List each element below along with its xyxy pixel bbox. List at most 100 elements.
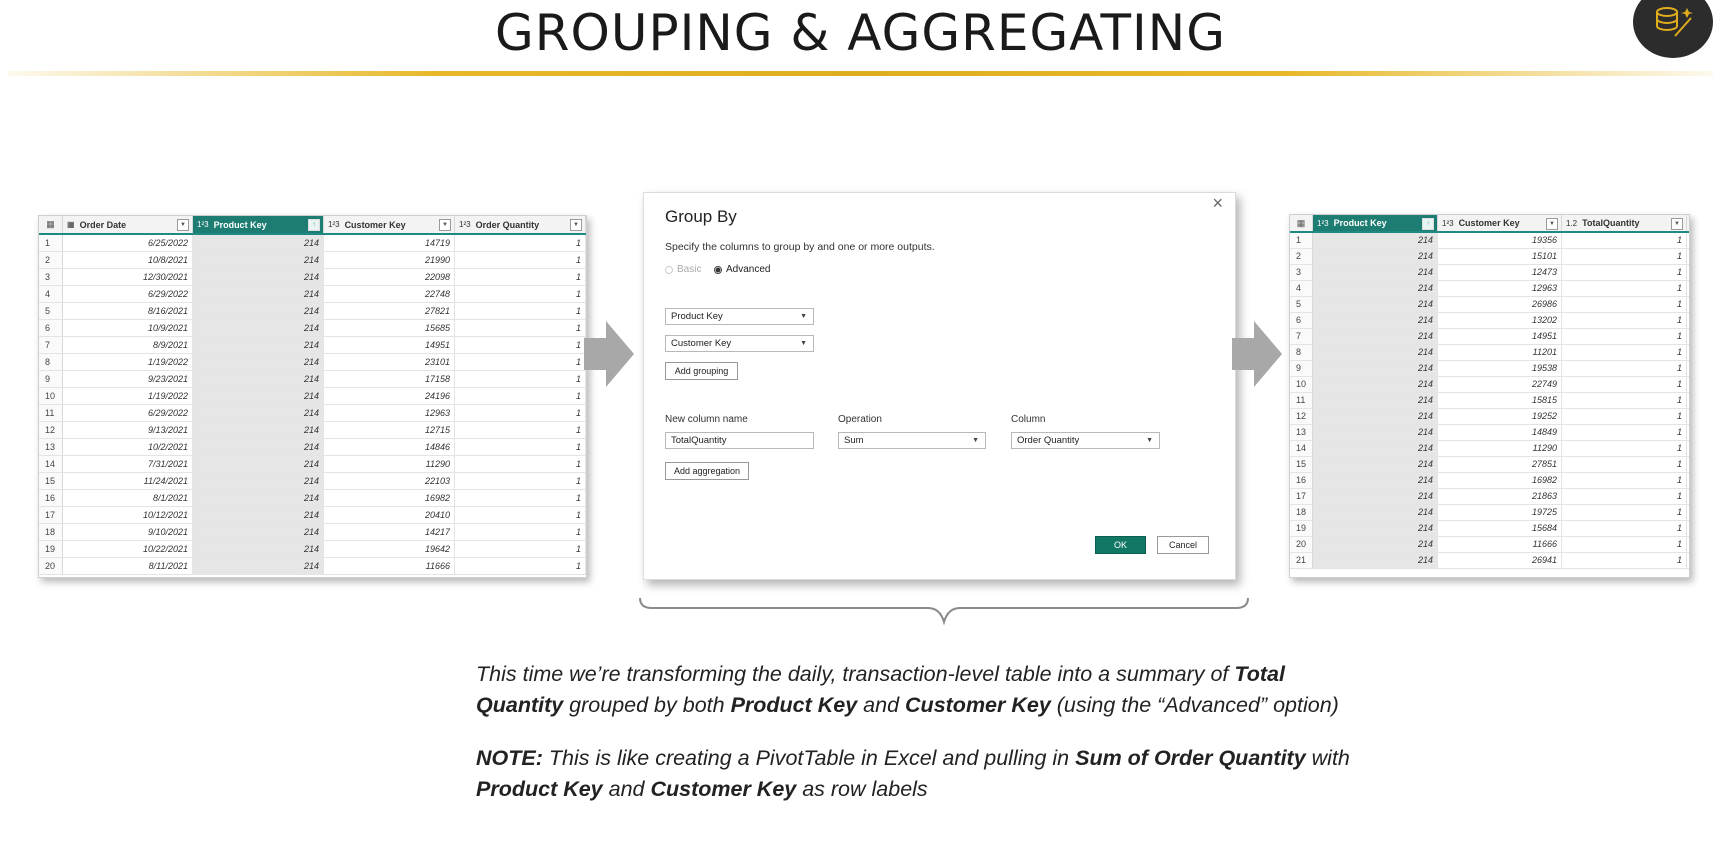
filter-dropdown-icon[interactable]: ▼ (439, 219, 451, 231)
filter-dropdown-icon[interactable]: ▼ (177, 219, 189, 231)
column-header-customer-key[interactable]: 1²3 Customer Key ▼ (324, 216, 455, 233)
table-row[interactable]: 14 7/31/2021 214 11290 1 (39, 456, 586, 473)
table-row[interactable]: 8 1/19/2022 214 23101 1 (39, 354, 586, 371)
table-row[interactable]: 15 11/24/2021 214 22103 1 (39, 473, 586, 490)
table-row[interactable]: 16 8/1/2021 214 16982 1 (39, 490, 586, 507)
table-cell: 1 (1562, 473, 1687, 488)
operation-dropdown[interactable]: Sum ▼ (838, 432, 986, 449)
table-row[interactable]: 20 8/11/2021 214 11666 1 (39, 558, 586, 575)
table-cell: 1 (1562, 441, 1687, 456)
column-header-product-key[interactable]: 1²3 Product Key ↑ (1313, 215, 1438, 231)
table-cell: 19356 (1438, 233, 1562, 248)
cancel-button[interactable]: Cancel (1157, 536, 1209, 554)
table-row[interactable]: 13 214 14849 1 (1290, 425, 1689, 441)
row-number: 8 (1290, 345, 1313, 360)
table-row[interactable]: 9 9/23/2021 214 17158 1 (39, 371, 586, 388)
table-row[interactable]: 17 214 21863 1 (1290, 489, 1689, 505)
radio-advanced[interactable]: Advanced (714, 264, 770, 275)
table-cell: 1 (455, 422, 586, 438)
table-row[interactable]: 16 214 16982 1 (1290, 473, 1689, 489)
row-number: 5 (39, 303, 63, 319)
table-row[interactable]: 12 9/13/2021 214 12715 1 (39, 422, 586, 439)
column-header-product-key[interactable]: 1²3 Product Key ↑ (193, 216, 324, 233)
table-cell: 214 (1313, 393, 1438, 408)
column-header-order-quantity[interactable]: 1²3 Order Quantity ▼ (455, 216, 586, 233)
filter-dropdown-icon[interactable]: ▼ (1546, 218, 1558, 230)
caption-text: This is like creating a PivotTable in Ex… (542, 746, 1076, 770)
add-aggregation-button[interactable]: Add aggregation (665, 462, 749, 480)
column-header-order-date[interactable]: ▦ Order Date ▼ (63, 216, 193, 233)
table-row[interactable]: 20 214 11666 1 (1290, 537, 1689, 553)
table-row[interactable]: 14 214 11290 1 (1290, 441, 1689, 457)
row-number: 1 (39, 235, 63, 251)
new-column-name-input[interactable]: TotalQuantity (665, 432, 814, 449)
table-menu-button[interactable]: ▦ (1290, 215, 1313, 231)
table-row[interactable]: 10 1/19/2022 214 24196 1 (39, 388, 586, 405)
column-header-customer-key[interactable]: 1²3 Customer Key ▼ (1438, 215, 1562, 231)
table-cell: 1 (455, 388, 586, 404)
table-cell: 1 (455, 524, 586, 540)
table-row[interactable]: 21 214 26941 1 (1290, 553, 1689, 569)
table-row[interactable]: 5 8/16/2021 214 27821 1 (39, 303, 586, 320)
table-row[interactable]: 12 214 19252 1 (1290, 409, 1689, 425)
row-number: 20 (1290, 537, 1313, 552)
table-row[interactable]: 2 214 15101 1 (1290, 249, 1689, 265)
ok-button[interactable]: OK (1095, 536, 1146, 554)
filter-dropdown-icon[interactable]: ▼ (1671, 218, 1683, 230)
table-row[interactable]: 7 8/9/2021 214 14951 1 (39, 337, 586, 354)
table-row[interactable]: 11 6/29/2022 214 12963 1 (39, 405, 586, 422)
sort-filter-icon[interactable]: ↑ (308, 219, 320, 231)
table-row[interactable]: 19 214 15684 1 (1290, 521, 1689, 537)
table-row[interactable]: 6 214 13202 1 (1290, 313, 1689, 329)
table-row[interactable]: 9 214 19538 1 (1290, 361, 1689, 377)
table-row[interactable]: 3 12/30/2021 214 22098 1 (39, 269, 586, 286)
table-cell: 10/8/2021 (63, 252, 193, 268)
row-number: 16 (39, 490, 63, 506)
table-row[interactable]: 11 214 15815 1 (1290, 393, 1689, 409)
group-by-dropdown-2[interactable]: Customer Key ▼ (665, 335, 814, 352)
table-row[interactable]: 7 214 14951 1 (1290, 329, 1689, 345)
table-row[interactable]: 4 6/29/2022 214 22748 1 (39, 286, 586, 303)
table-row[interactable]: 4 214 12963 1 (1290, 281, 1689, 297)
table-row[interactable]: 19 10/22/2021 214 19642 1 (39, 541, 586, 558)
table-cell: 27851 (1438, 457, 1562, 472)
table-row[interactable]: 18 214 19725 1 (1290, 505, 1689, 521)
group-by-dropdown-1[interactable]: Product Key ▼ (665, 308, 814, 325)
caption-bold: Quantity (476, 693, 564, 717)
table-cell: 1 (1562, 265, 1687, 280)
sort-filter-icon[interactable]: ↑ (1422, 218, 1434, 230)
radio-circle (665, 265, 673, 274)
table-row[interactable]: 2 10/8/2021 214 21990 1 (39, 252, 586, 269)
table-row[interactable]: 3 214 12473 1 (1290, 265, 1689, 281)
table-cell: 9/23/2021 (63, 371, 193, 387)
column-label: Order Date (79, 219, 127, 230)
table-row[interactable]: 1 214 19356 1 (1290, 233, 1689, 249)
column-dropdown[interactable]: Order Quantity ▼ (1011, 432, 1160, 449)
table-cell: 214 (193, 252, 324, 268)
table-row[interactable]: 13 10/2/2021 214 14846 1 (39, 439, 586, 456)
caption-bold: Customer Key (650, 777, 797, 801)
filter-dropdown-icon[interactable]: ▼ (570, 219, 582, 231)
whole-number-type-icon: 1²3 (459, 220, 471, 229)
table-row[interactable]: 1 6/25/2022 214 14719 1 (39, 235, 586, 252)
radio-basic[interactable]: Basic (665, 264, 701, 275)
close-icon[interactable]: × (1212, 193, 1223, 214)
table-menu-button[interactable]: ▦ (39, 216, 63, 233)
table-row[interactable]: 15 214 27851 1 (1290, 457, 1689, 473)
add-grouping-button[interactable]: Add grouping (665, 362, 738, 380)
table-cell: 22748 (324, 286, 455, 302)
table-cell: 15684 (1438, 521, 1562, 536)
row-number: 13 (1290, 425, 1313, 440)
slide-title: GROUPING & AGGREGATING (495, 4, 1226, 62)
row-number: 9 (1290, 361, 1313, 376)
row-number: 7 (1290, 329, 1313, 344)
dropdown-value: Order Quantity (1017, 435, 1080, 446)
table-row[interactable]: 10 214 22749 1 (1290, 377, 1689, 393)
table-cell: 1 (1562, 393, 1687, 408)
table-row[interactable]: 5 214 26986 1 (1290, 297, 1689, 313)
table-row[interactable]: 18 9/10/2021 214 14217 1 (39, 524, 586, 541)
column-header-total-quantity[interactable]: 1.2 TotalQuantity ▼ (1562, 215, 1687, 231)
table-row[interactable]: 6 10/9/2021 214 15685 1 (39, 320, 586, 337)
table-row[interactable]: 17 10/12/2021 214 20410 1 (39, 507, 586, 524)
table-row[interactable]: 8 214 11201 1 (1290, 345, 1689, 361)
